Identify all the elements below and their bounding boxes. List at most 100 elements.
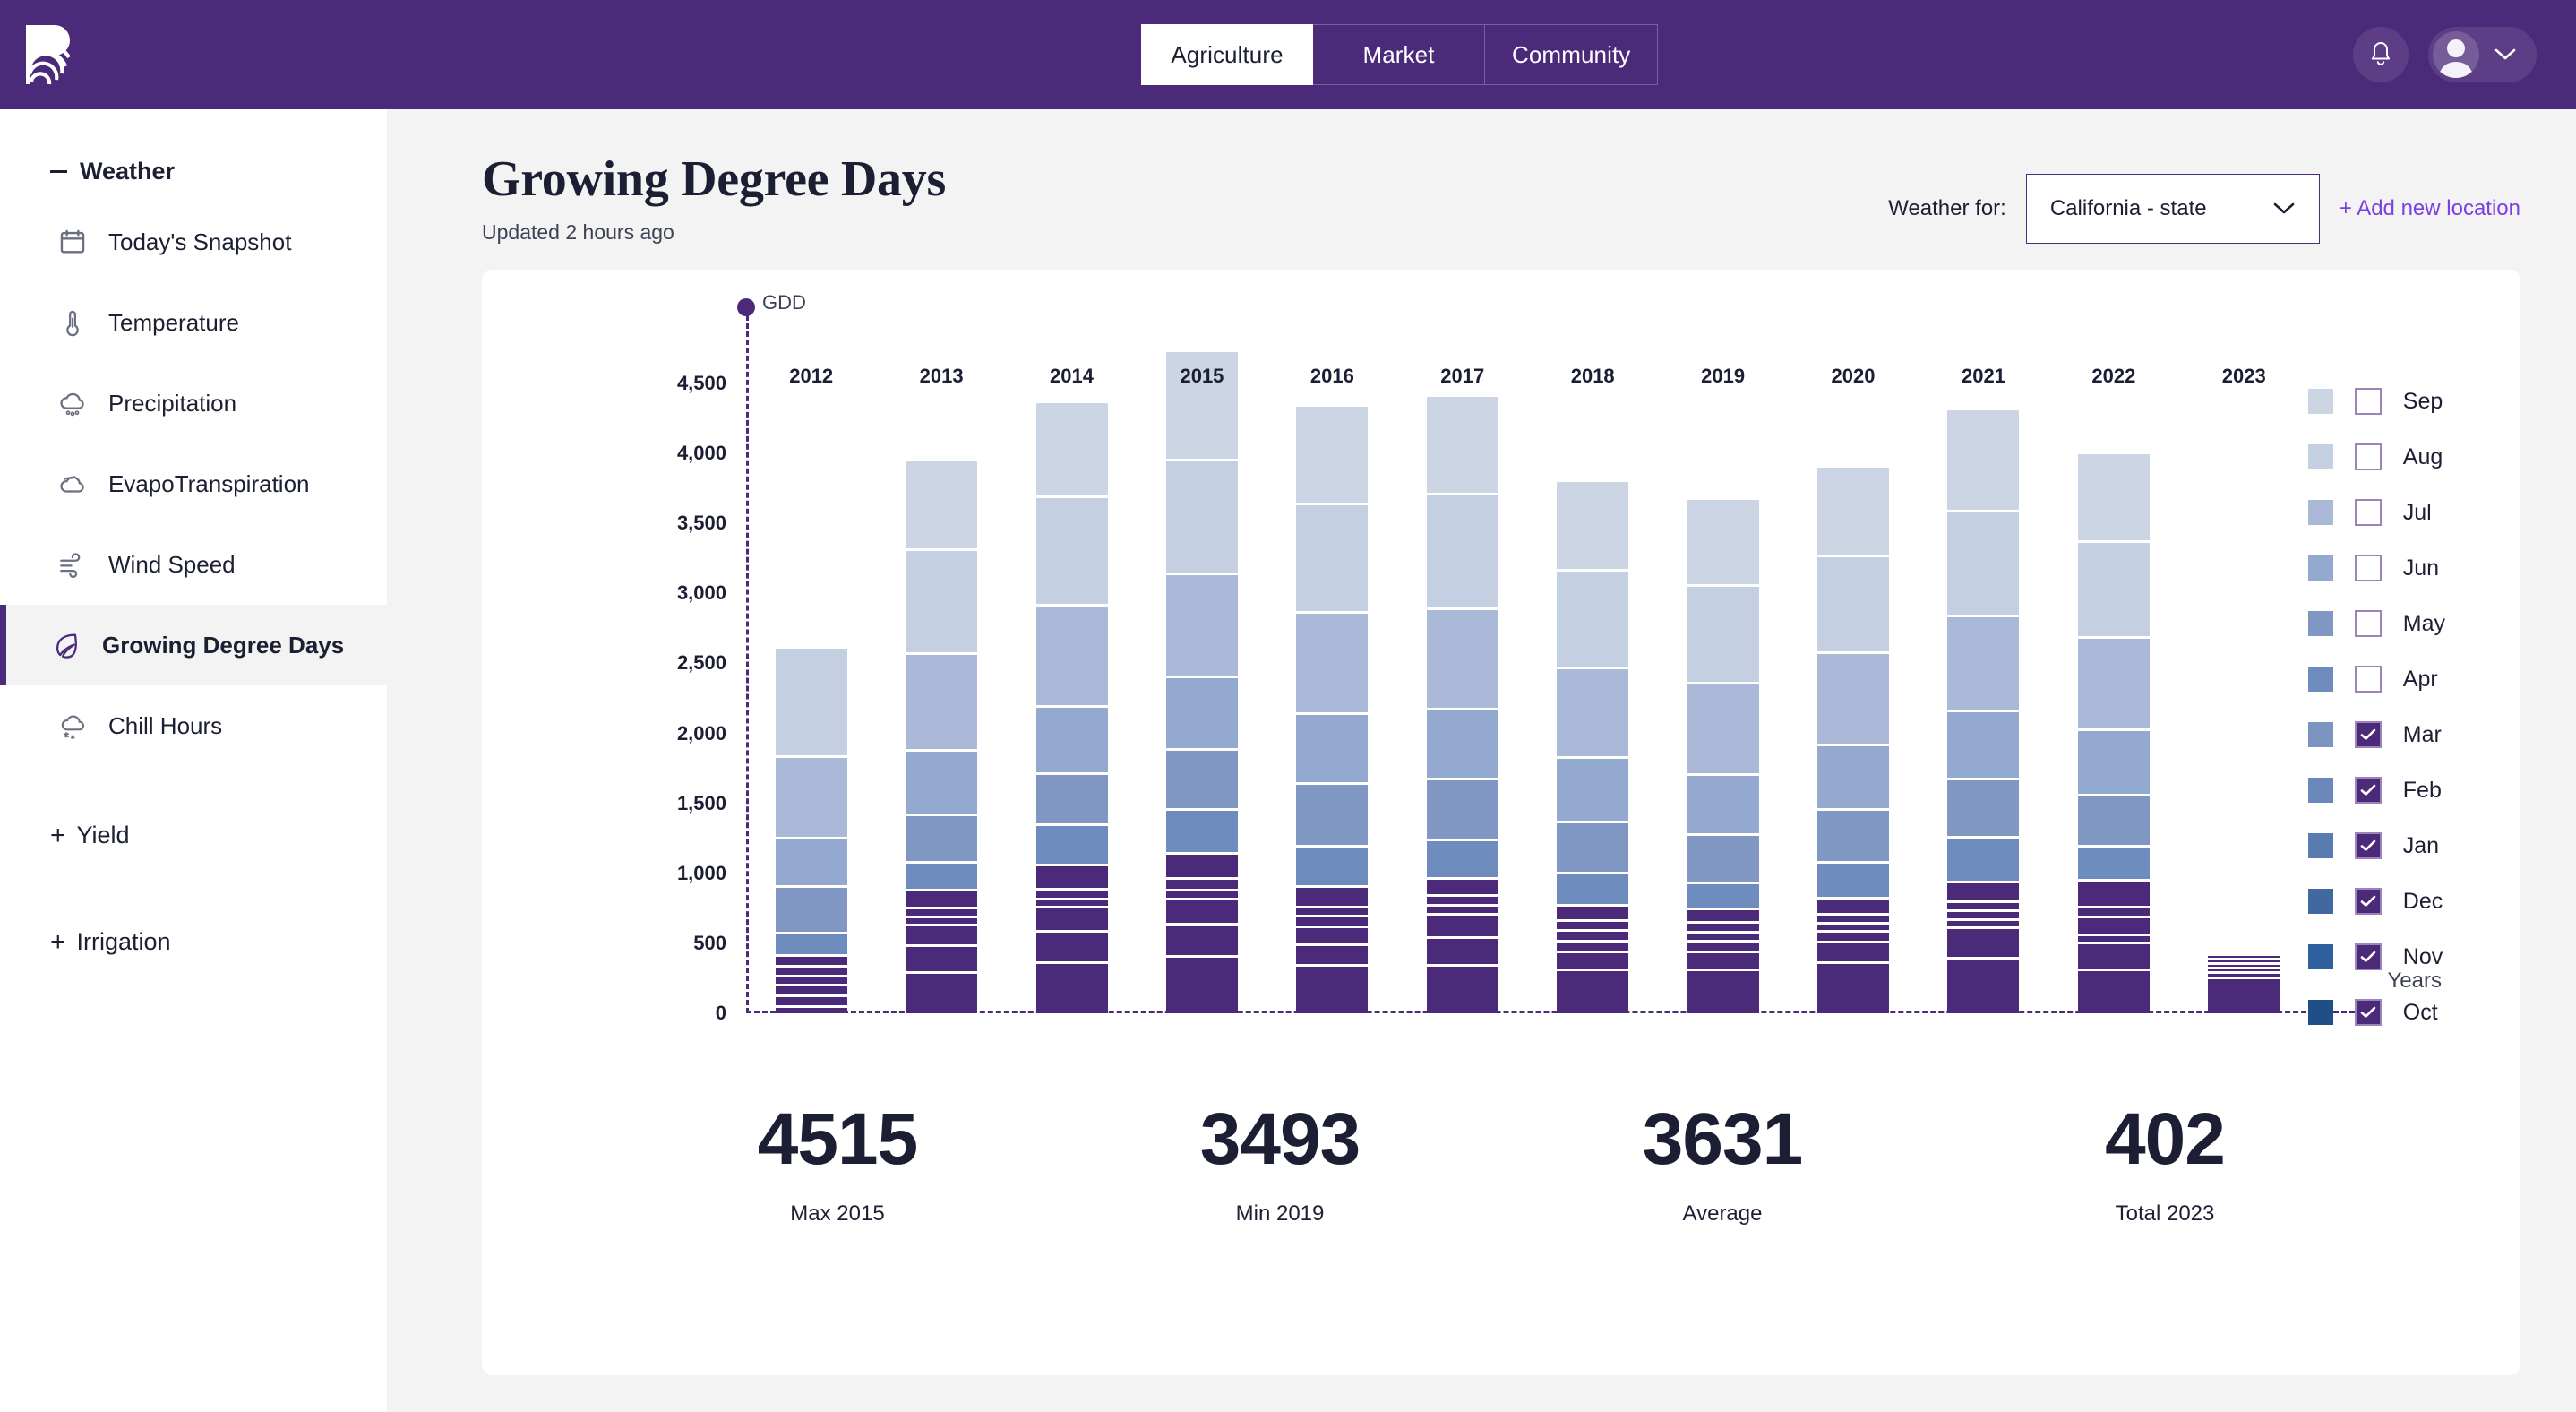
bar-segment bbox=[1426, 609, 1498, 708]
x-axis-tick: 2015 bbox=[1180, 365, 1224, 387]
stat-card: 4515 Max 2015 bbox=[616, 1103, 1059, 1227]
sidebar-item-label: Today's Snapshot bbox=[108, 228, 292, 255]
stat-card: 3493 Min 2019 bbox=[1059, 1103, 1501, 1227]
x-axis-tick: 2017 bbox=[1440, 365, 1485, 387]
sidebar-item-chill-hours[interactable]: Chill Hours bbox=[0, 685, 387, 766]
sidebar-group-irrigation[interactable]: + Irrigation bbox=[0, 905, 387, 979]
bar-segment bbox=[1947, 912, 2020, 919]
sidebar-item-growing-degree-days[interactable]: Growing Degree Days bbox=[0, 605, 387, 685]
bar-segment bbox=[906, 918, 978, 924]
bar-segment bbox=[1817, 653, 1890, 744]
legend-checkbox[interactable] bbox=[2354, 777, 2382, 804]
sidebar-group-yield[interactable]: + Yield bbox=[0, 798, 387, 873]
legend-item-mar[interactable]: Mar bbox=[2307, 707, 2445, 762]
tab-market[interactable]: Market bbox=[1313, 24, 1485, 85]
legend-checkbox[interactable] bbox=[2354, 610, 2382, 637]
bar-segment bbox=[1687, 923, 1759, 931]
legend-label: Oct bbox=[2402, 999, 2438, 1025]
sidebar-item-precipitation[interactable]: Precipitation bbox=[0, 363, 387, 443]
legend-checkbox[interactable] bbox=[2354, 721, 2382, 748]
legend-label: Jun bbox=[2402, 555, 2440, 581]
bar-segment bbox=[1687, 910, 1759, 921]
sidebar-item-temperature[interactable]: Temperature bbox=[0, 282, 387, 363]
legend-item-dec[interactable]: Dec bbox=[2307, 874, 2445, 929]
bar-column[interactable] bbox=[2077, 452, 2150, 1013]
bar-segment bbox=[2077, 638, 2150, 728]
x-axis-tick: 2020 bbox=[1831, 365, 1876, 387]
bar-segment bbox=[1687, 586, 1759, 683]
legend-item-apr[interactable]: Apr bbox=[2307, 651, 2445, 707]
bar-segment bbox=[1426, 779, 1498, 839]
tab-community[interactable]: Community bbox=[1485, 24, 1659, 85]
bar-column[interactable] bbox=[1687, 497, 1759, 1013]
legend-color-swatch bbox=[2307, 500, 2333, 525]
notifications-button[interactable] bbox=[2353, 27, 2409, 82]
legend-checkbox[interactable] bbox=[2354, 666, 2382, 693]
bar-column[interactable] bbox=[1426, 394, 1498, 1013]
bar-segment bbox=[1557, 952, 1629, 969]
bar-column[interactable] bbox=[1296, 404, 1369, 1013]
legend-item-nov[interactable]: Nov bbox=[2307, 929, 2445, 985]
bar-segment bbox=[1817, 745, 1890, 808]
bar-segment bbox=[1035, 825, 1108, 864]
legend-color-swatch bbox=[2307, 722, 2333, 747]
add-new-location-link[interactable]: + Add new location bbox=[2340, 196, 2520, 221]
bar-column[interactable] bbox=[2208, 953, 2280, 1013]
page-title: Growing Degree Days bbox=[482, 151, 946, 207]
bar-segment bbox=[2208, 973, 2280, 977]
bar-column[interactable] bbox=[1947, 408, 2020, 1013]
bar-segment bbox=[1557, 971, 1629, 1013]
brand-logo[interactable] bbox=[0, 23, 109, 86]
bar-segment bbox=[1426, 906, 1498, 913]
bar-column[interactable] bbox=[775, 646, 847, 1013]
y-axis-tick: 1,500 bbox=[676, 791, 726, 814]
y-axis-label: GDD bbox=[762, 291, 806, 314]
legend-label: Jul bbox=[2402, 499, 2432, 525]
legend-item-jun[interactable]: Jun bbox=[2307, 540, 2445, 596]
bar-segment bbox=[2077, 881, 2150, 906]
legend-checkbox[interactable] bbox=[2354, 499, 2382, 526]
bar-column[interactable] bbox=[1557, 479, 1629, 1013]
bar-segment bbox=[2077, 943, 2150, 969]
sidebar-item-evapotranspiration[interactable]: EvapoTranspiration bbox=[0, 443, 387, 524]
legend-item-feb[interactable]: Feb bbox=[2307, 762, 2445, 818]
legend-checkbox[interactable] bbox=[2354, 388, 2382, 415]
legend-checkbox[interactable] bbox=[2354, 999, 2382, 1026]
legend-checkbox[interactable] bbox=[2354, 443, 2382, 470]
bar-segment bbox=[1165, 574, 1238, 676]
y-axis-tick: 4,500 bbox=[676, 371, 726, 394]
bar-segment bbox=[1687, 775, 1759, 833]
sidebar-item-todays-snapshot[interactable]: Today's Snapshot bbox=[0, 202, 387, 282]
sidebar-group-weather[interactable]: Weather bbox=[0, 142, 387, 202]
legend-item-oct[interactable]: Oct bbox=[2307, 985, 2445, 1040]
bar-column[interactable] bbox=[1165, 349, 1238, 1013]
bar-segment bbox=[775, 956, 847, 965]
y-axis-endpoint-dot bbox=[737, 298, 755, 316]
sidebar-item-wind-speed[interactable]: Wind Speed bbox=[0, 524, 387, 605]
bar-segment bbox=[1035, 932, 1108, 962]
tab-community-label: Community bbox=[1512, 40, 1631, 68]
bar-segment bbox=[1296, 847, 1369, 885]
legend-item-may[interactable]: May bbox=[2307, 596, 2445, 651]
chart-card: GDD Years 0 500 1,000 1,500 2,000 2,500 3,000 3… bbox=[482, 270, 2520, 1375]
bar-segment bbox=[2208, 978, 2280, 1013]
bar-column[interactable] bbox=[1817, 465, 1890, 1013]
legend-checkbox[interactable] bbox=[2354, 943, 2382, 970]
legend-item-jan[interactable]: Jan bbox=[2307, 818, 2445, 874]
page-title-block: Growing Degree Days Updated 2 hours ago bbox=[482, 151, 946, 245]
legend-item-sep[interactable]: Sep bbox=[2307, 374, 2445, 429]
legend-checkbox[interactable] bbox=[2354, 888, 2382, 915]
chevron-down-icon bbox=[2494, 48, 2516, 60]
legend-checkbox[interactable] bbox=[2354, 555, 2382, 581]
user-menu[interactable] bbox=[2428, 27, 2537, 82]
legend-item-jul[interactable]: Jul bbox=[2307, 485, 2445, 540]
bar-segment bbox=[1296, 927, 1369, 944]
bar-segment bbox=[1687, 684, 1759, 773]
bar-column[interactable] bbox=[906, 458, 978, 1013]
bar-segment bbox=[1557, 822, 1629, 872]
legend-item-aug[interactable]: Aug bbox=[2307, 429, 2445, 485]
tab-agriculture[interactable]: Agriculture bbox=[1141, 24, 1313, 85]
bar-column[interactable] bbox=[1035, 400, 1108, 1013]
location-select[interactable]: California - state bbox=[2025, 174, 2320, 244]
legend-checkbox[interactable] bbox=[2354, 832, 2382, 859]
